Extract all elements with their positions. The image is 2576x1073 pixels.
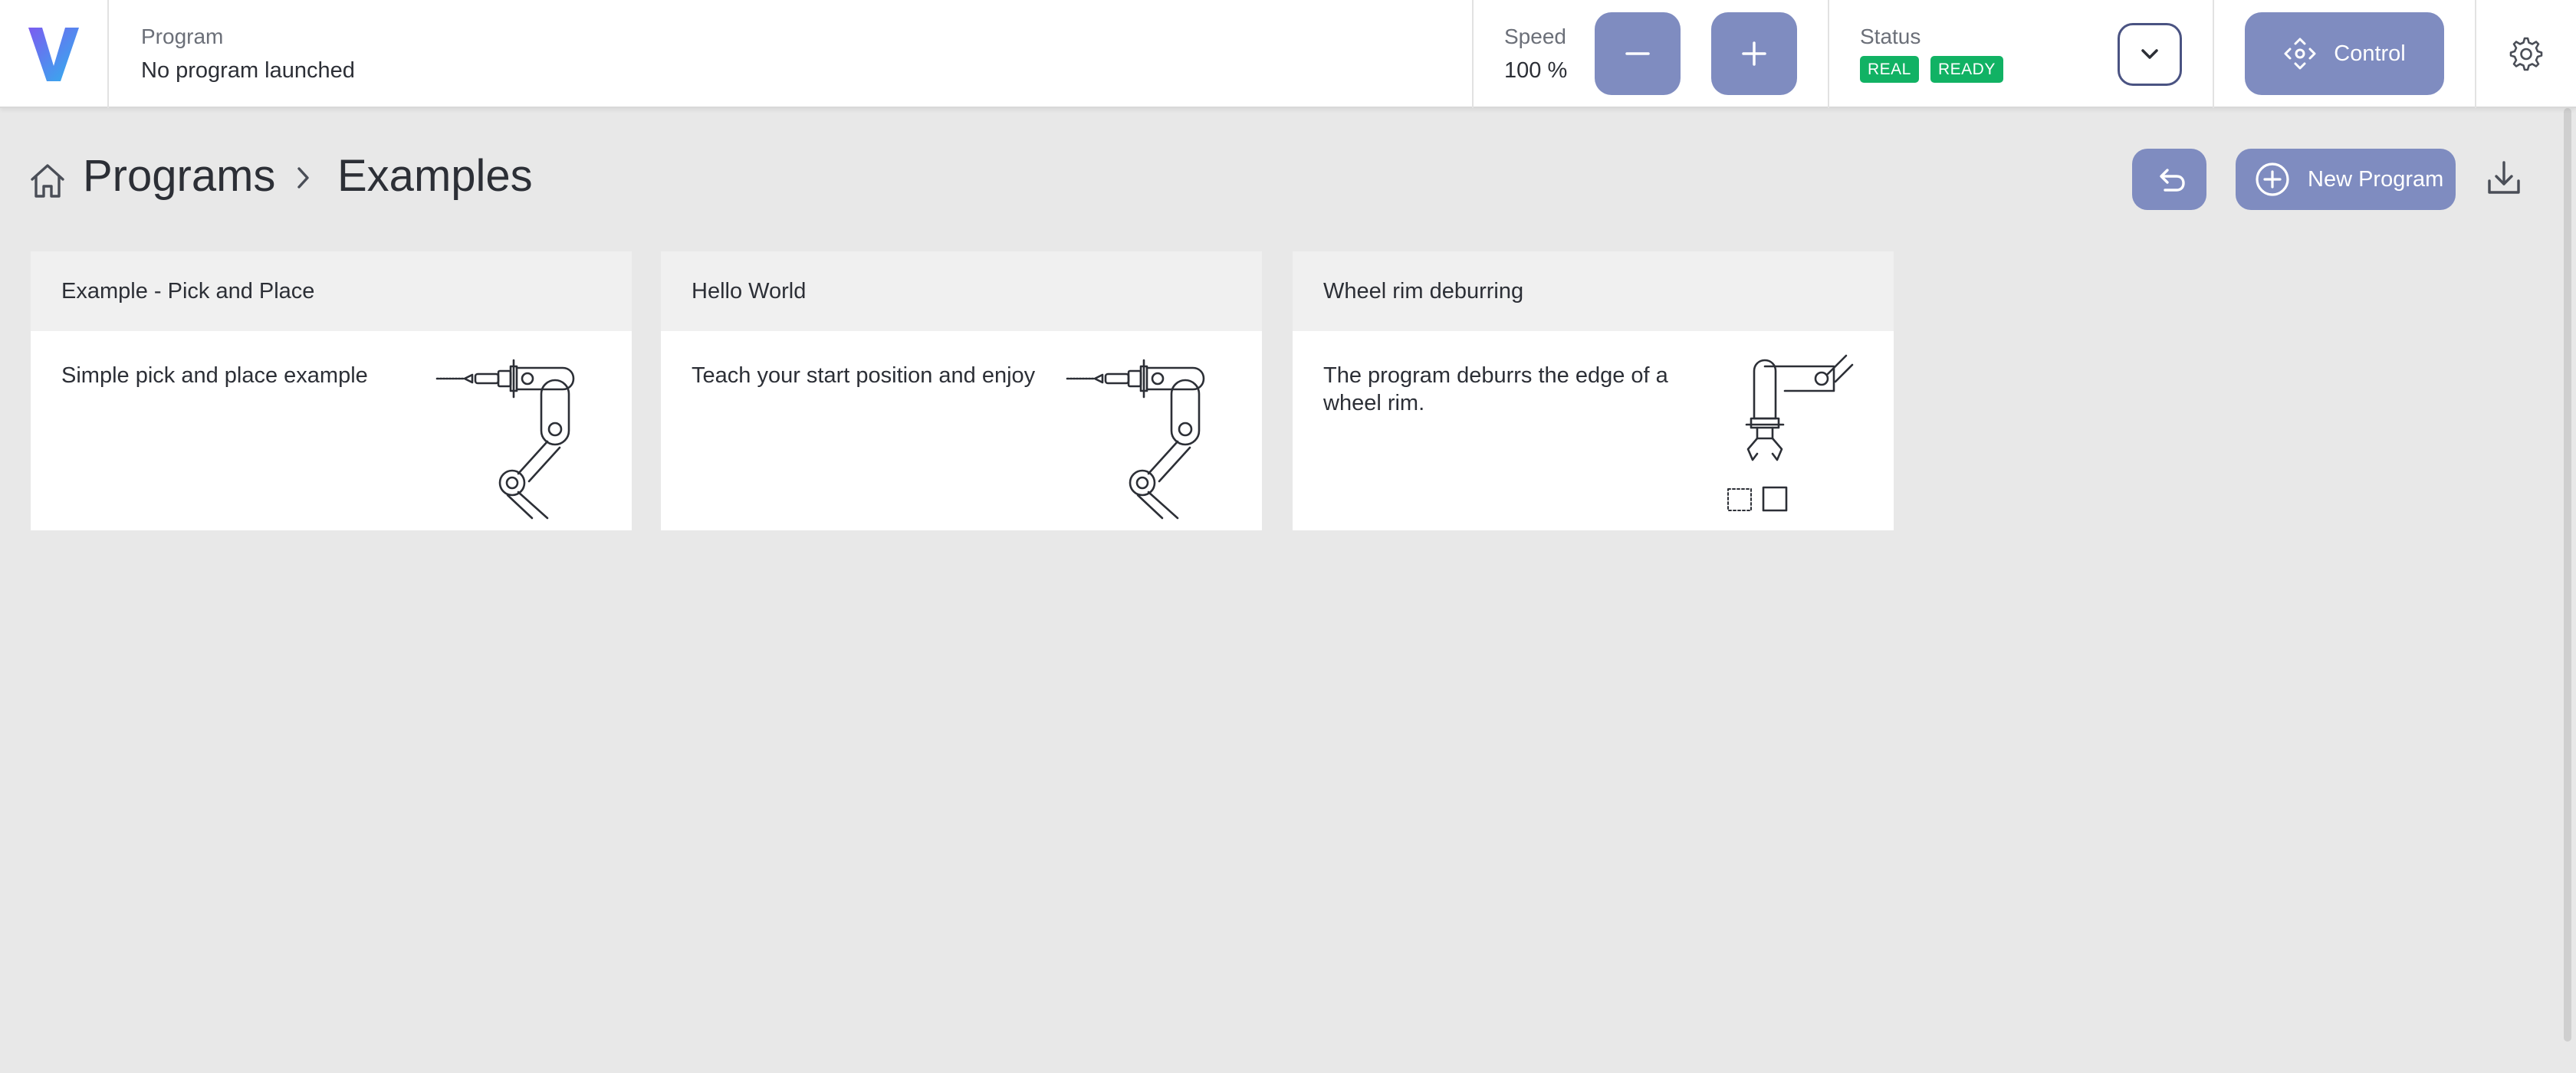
scrollbar[interactable]	[2564, 108, 2571, 1042]
new-program-label: New Program	[2308, 166, 2444, 192]
program-card[interactable]: Example - Pick and Place Simple pick and…	[31, 251, 632, 530]
plus-circle-icon	[2256, 162, 2289, 196]
robot-arm-icon	[435, 359, 575, 520]
top-bar: Program No program launched Speed 100 % …	[0, 0, 2576, 108]
new-program-button[interactable]: New Program	[2236, 149, 2456, 210]
speed-increase-button[interactable]	[1711, 12, 1797, 95]
chevron-right-icon	[297, 167, 309, 189]
minus-icon	[1625, 52, 1650, 55]
program-panel: Program No program launched	[109, 0, 1474, 108]
card-title: Wheel rim deburring	[1293, 251, 1894, 331]
card-description: Simple pick and place example	[61, 363, 368, 388]
robot-arm-icon	[1066, 359, 1205, 520]
settings-button[interactable]	[2476, 0, 2576, 108]
card-description: The program deburrs the edge of a wheel …	[1323, 363, 1668, 415]
move-arrows-icon	[2284, 38, 2316, 70]
chevron-down-icon	[2141, 49, 2158, 59]
card-title: Example - Pick and Place	[31, 251, 632, 331]
control-button-label: Control	[2334, 41, 2406, 66]
speed-decrease-button[interactable]	[1595, 12, 1681, 95]
breadcrumb-programs[interactable]: Programs	[83, 150, 275, 202]
control-button[interactable]: Control	[2245, 12, 2444, 95]
status-label: Status	[1860, 25, 1921, 48]
logo-v-icon	[28, 27, 79, 81]
program-label: Program	[141, 25, 224, 48]
speed-panel: Speed 100 %	[1474, 0, 1829, 108]
card-description: Teach your start position and enjoy	[692, 363, 1036, 388]
status-badge-real: REAL	[1860, 56, 1919, 83]
gear-icon	[2509, 37, 2543, 71]
download-icon[interactable]	[2484, 158, 2524, 198]
speed-label: Speed	[1504, 25, 1566, 48]
status-dropdown-button[interactable]	[2118, 23, 2182, 86]
home-icon[interactable]	[28, 161, 67, 201]
undo-arrow-icon	[2159, 169, 2185, 192]
status-badge-ready: READY	[1930, 56, 2003, 83]
program-card[interactable]: Hello World Teach your start position an…	[661, 251, 1262, 530]
back-button[interactable]	[2132, 149, 2206, 210]
program-value: No program launched	[141, 58, 355, 83]
speed-value: 100 %	[1504, 58, 1568, 83]
card-title: Hello World	[661, 251, 1262, 331]
robot-gripper-icon	[1727, 354, 1854, 512]
logo	[0, 0, 109, 108]
program-card[interactable]: Wheel rim deburring The program deburrs …	[1293, 251, 1894, 530]
plus-icon	[1742, 41, 1766, 66]
breadcrumb-examples: Examples	[337, 151, 533, 201]
